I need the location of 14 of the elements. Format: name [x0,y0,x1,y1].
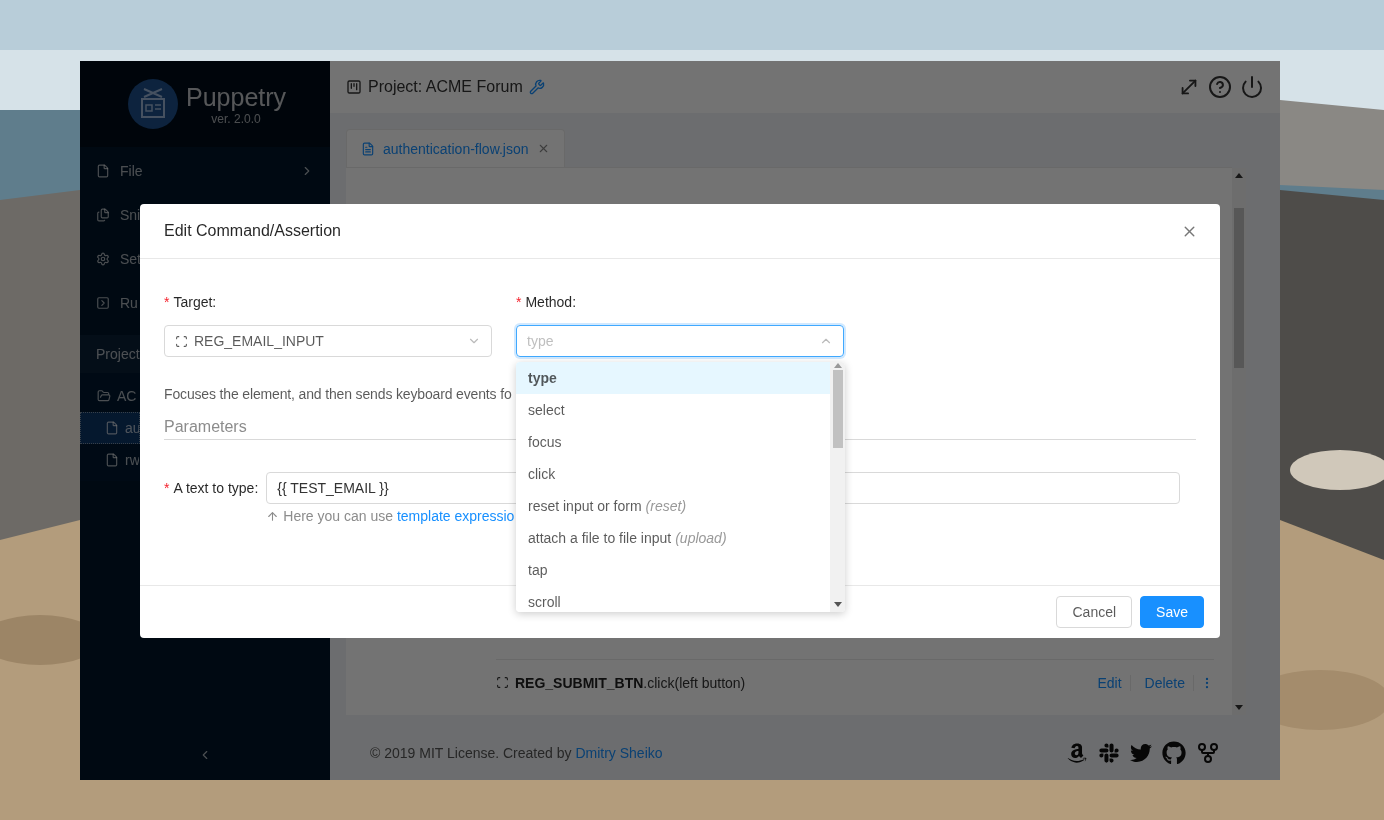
hint-text: Here you can use template expressio [283,508,515,524]
method-description: Focuses the element, and then sends keyboard events fo [164,385,513,404]
field-label: Target: [173,294,217,310]
field-label: Method: [525,294,577,310]
copyright-text: © 2019 MIT License. Created by Dmitry Sheiko [370,744,663,761]
required-mark: * [164,480,170,496]
modal-title: Edit Command/Assertion [164,222,342,240]
project-title: Project: ACME Forum [368,78,523,96]
required-mark: * [164,294,170,310]
app-name: Puppetry [186,82,287,112]
version-text: ver. 2.0.0 [211,111,261,126]
field-label: A text to type: [173,480,259,496]
command-text: REG_SUBMIT_BTN.click(left button) [515,674,747,691]
required-mark: * [516,294,522,310]
